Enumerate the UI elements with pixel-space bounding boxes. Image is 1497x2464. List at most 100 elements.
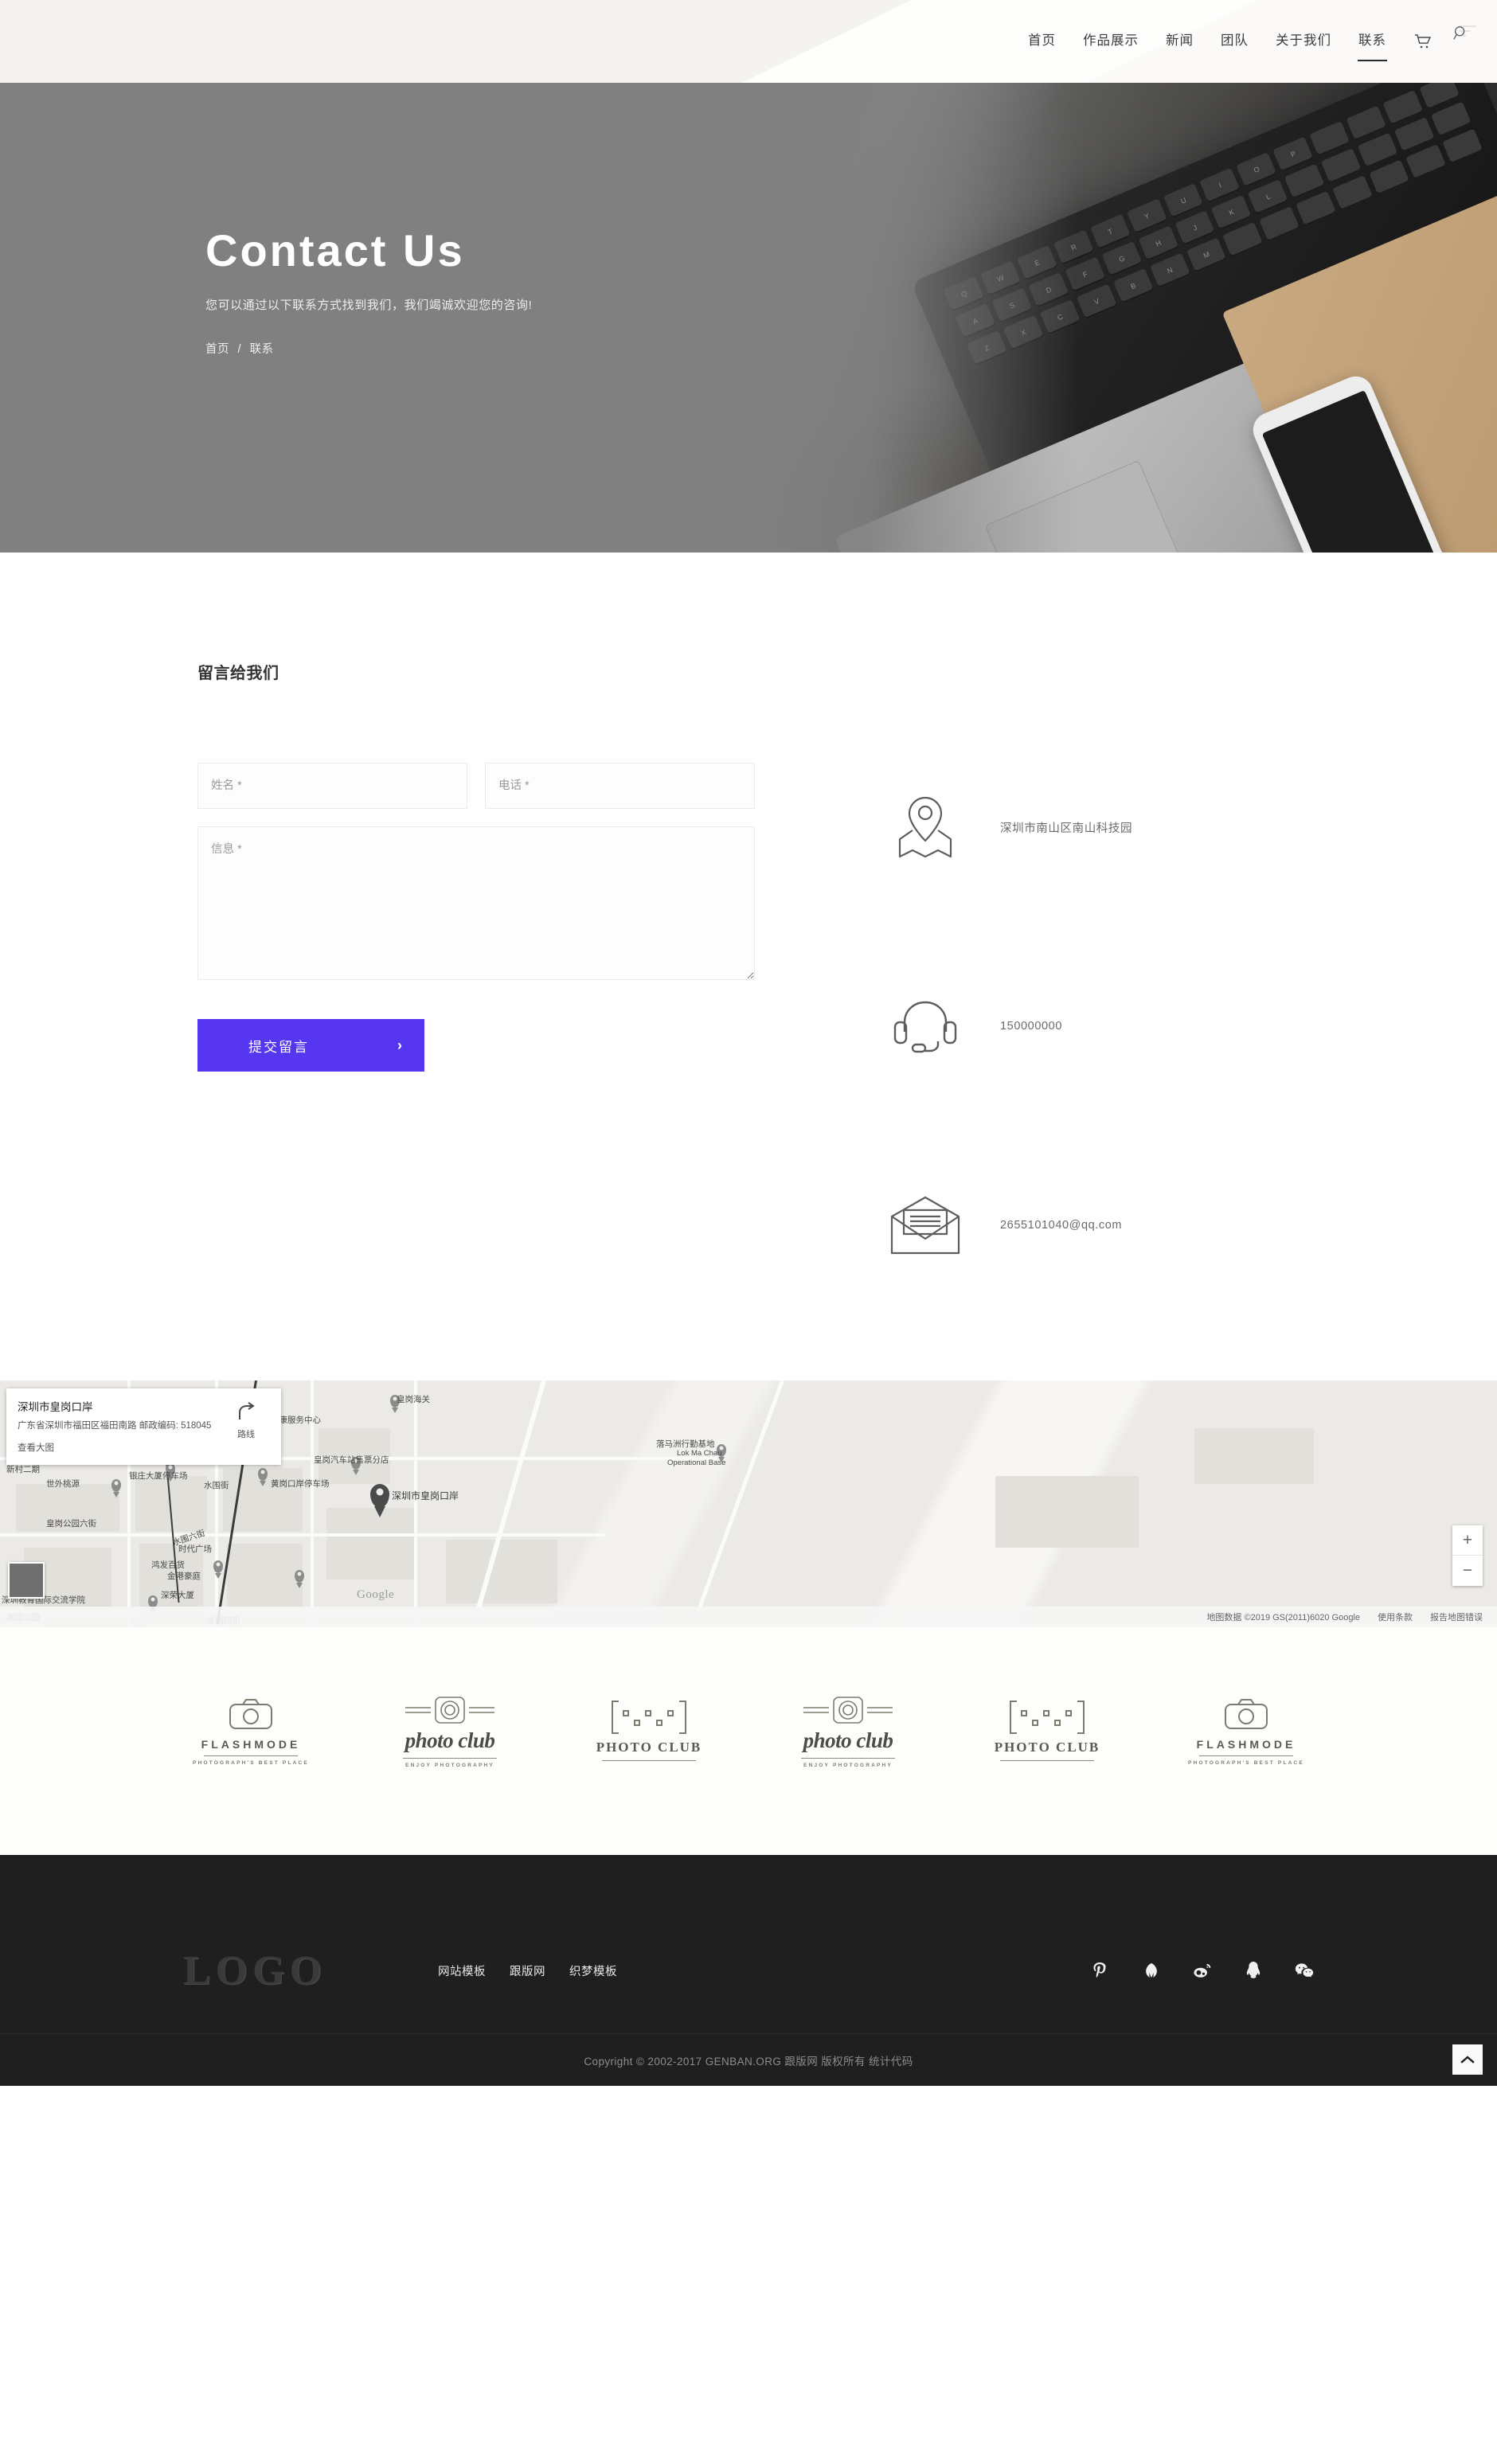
footer-link-dedecms-template[interactable]: 织梦模板	[569, 1962, 617, 1979]
map-label: 皇岗海关	[397, 1395, 430, 1404]
nav-item-portfolio[interactable]: 作品展示	[1069, 10, 1152, 73]
main-navigation: 首页 作品展示 新闻 团队 关于我们 联系	[1014, 10, 1400, 73]
contact-info-list: 深圳市南山区南山科技园 150000000 2655101040@qq.com	[882, 763, 1132, 1285]
partner-logo-3[interactable]: PHOTO CLUB	[549, 1688, 748, 1775]
site-header: 首页 作品展示 新闻 团队 关于我们 联系	[0, 0, 1497, 83]
camera-icon	[1225, 1698, 1268, 1729]
contact-phone-text: 150000000	[1000, 1020, 1062, 1033]
map-label: 落马洲行勤基地	[656, 1439, 715, 1449]
map-label: 银庄大厦停车场	[129, 1471, 188, 1481]
contact-form: 提交留言 ›	[197, 763, 755, 1285]
nav-item-home[interactable]: 首页	[1014, 10, 1069, 73]
menu-lines-decoration	[1459, 25, 1476, 40]
partner-logo-tagline: ENJOY PHOTOGRAPHY	[405, 1763, 494, 1768]
page-root: 首页 作品展示 新闻 团队 关于我们 联系 Contact Us 您可以通过以下…	[0, 0, 1497, 2086]
partner-logo-name: photo club	[803, 1728, 893, 1752]
headset-icon	[882, 994, 968, 1059]
footer-logo: LOGO	[183, 1947, 327, 1993]
map-marker-label: 深圳市皇岗口岸	[392, 1490, 459, 1501]
hero-subtitle: 您可以通过以下联系方式找到我们，我们竭诚欢迎您的咨询!	[205, 298, 533, 312]
map-zoom-controls: + −	[1452, 1525, 1483, 1586]
map-info-card: 深圳市皇岗口岸 广东省深圳市福田区福田南路 邮政编码: 518045 查看大图 …	[6, 1388, 281, 1465]
weibo-icon[interactable]	[1193, 1961, 1212, 1980]
retro-camera-icon	[405, 1697, 494, 1724]
partner-logo-4[interactable]: photo club ENJOY PHOTOGRAPHY	[748, 1688, 948, 1775]
partner-logo-1[interactable]: FLASHMODE PHOTOGRAPH'S BEST PLACE	[151, 1688, 350, 1775]
nav-item-about[interactable]: 关于我们	[1262, 10, 1345, 73]
map-label: 黄岗口岸停车场	[271, 1479, 330, 1489]
footer-link-website-template[interactable]: 网站模板	[438, 1962, 486, 1979]
breadcrumb-home[interactable]: 首页	[205, 343, 229, 356]
pinterest-icon[interactable]	[1091, 1961, 1110, 1980]
partner-logo-tagline: ENJOY PHOTOGRAPHY	[803, 1763, 893, 1768]
map-label: 世外桃源	[46, 1479, 80, 1489]
partner-logo-name: FLASHMODE	[1196, 1737, 1296, 1751]
message-textarea[interactable]	[197, 826, 755, 980]
map-attribution-bar: 地图数据 ©2019 GS(2011)6020 Google 使用条款 报告地图…	[0, 1607, 1497, 1627]
map-card-address: 广东省深圳市福田区福田南路 邮政编码: 518045	[18, 1421, 212, 1431]
breadcrumb: 首页 / 联系	[205, 340, 1497, 357]
envelope-icon	[882, 1196, 968, 1255]
map-directions-label: 路线	[237, 1430, 255, 1439]
nav-item-contact[interactable]: 联系	[1345, 10, 1400, 73]
partner-logo-5[interactable]: PHOTO CLUB	[948, 1688, 1147, 1775]
map-zoom-in-button[interactable]: +	[1452, 1525, 1483, 1556]
partner-logo-name: photo club	[405, 1728, 495, 1752]
retro-camera-icon	[803, 1697, 893, 1724]
nav-item-team[interactable]: 团队	[1207, 10, 1262, 73]
submit-button[interactable]: 提交留言 ›	[197, 1019, 424, 1072]
partner-logo-tagline: PHOTOGRAPH'S BEST PLACE	[193, 1759, 309, 1766]
map-label: 金港豪庭	[167, 1572, 201, 1581]
map-label: 水围街	[204, 1481, 229, 1490]
qq-icon[interactable]	[1244, 1961, 1263, 1980]
copyright-text: Copyright © 2002-2017 GENBAN.ORG 跟版网 版权所…	[584, 2055, 913, 2068]
chevron-up-icon	[1460, 2056, 1475, 2064]
location-map[interactable]: 深圳市皇岗口岸 新村二期 世外桃源 皇岗公园六街 鸿发百货 深圳教育国际交流学院…	[0, 1380, 1497, 1627]
cart-icon[interactable]	[1413, 31, 1433, 52]
partner-logo-name: PHOTO CLUB	[596, 1740, 702, 1755]
hero-banner: QWERTYUIOP ASDFGHJKL ZXCVBNM Contact Us …	[0, 83, 1497, 553]
copyright-bar: Copyright © 2002-2017 GENBAN.ORG 跟版网 版权所…	[0, 2033, 1497, 2086]
name-input[interactable]	[197, 763, 467, 809]
contact-info-email: 2655101040@qq.com	[882, 1166, 1132, 1285]
breadcrumb-separator: /	[237, 342, 242, 356]
map-label: 深荣大厦	[161, 1591, 194, 1600]
map-label: Operational Base	[667, 1458, 726, 1467]
map-directions-button[interactable]: 路线	[222, 1398, 270, 1454]
partner-logo-6[interactable]: FLASHMODE PHOTOGRAPH'S BEST PLACE	[1147, 1688, 1346, 1775]
camera-icon	[229, 1698, 272, 1729]
contact-info-phone: 150000000	[882, 966, 1132, 1086]
nav-item-news[interactable]: 新闻	[1152, 10, 1207, 73]
contact-email-text: 2655101040@qq.com	[1000, 1219, 1123, 1232]
contact-info-address: 深圳市南山区南山科技园	[882, 767, 1132, 887]
auto-focus-icon	[612, 1701, 686, 1734]
map-label: 皇岗公园六街	[46, 1519, 96, 1529]
wechat-icon[interactable]	[1295, 1961, 1314, 1980]
phone-input[interactable]	[485, 763, 755, 809]
map-zoom-out-button[interactable]: −	[1452, 1556, 1483, 1586]
footer-links: 网站模板 跟版网 织梦模板	[438, 1962, 617, 1979]
google-watermark: Google	[357, 1588, 395, 1601]
map-label: 皇岗汽车站售票分店	[314, 1455, 389, 1465]
chevron-right-icon: ›	[397, 1037, 404, 1053]
footer-link-genban[interactable]: 跟版网	[510, 1962, 545, 1979]
map-label: 鸿发百货	[151, 1560, 185, 1570]
map-report-link[interactable]: 报告地图错误	[1430, 1611, 1483, 1623]
map-card-title: 深圳市皇岗口岸	[18, 1401, 93, 1413]
site-footer: LOGO 网站模板 跟版网 织梦模板 Copyright © 2002-2017…	[0, 1855, 1497, 2086]
section-title: 留言给我们	[197, 665, 279, 682]
map-pin-icon	[882, 793, 968, 861]
partner-logo-tagline: PHOTOGRAPH'S BEST PLACE	[1188, 1759, 1304, 1766]
back-to-top-button[interactable]	[1452, 2044, 1483, 2075]
douban-icon[interactable]	[1142, 1961, 1161, 1980]
map-thumbnail[interactable]	[8, 1562, 45, 1599]
map-label: Lok Ma Chau	[677, 1449, 722, 1458]
map-view-large-link[interactable]: 查看大图	[18, 1441, 222, 1454]
submit-button-label: 提交留言	[248, 1039, 309, 1055]
directions-icon	[239, 1402, 255, 1419]
partner-logo-name: FLASHMODE	[201, 1737, 301, 1751]
partner-logo-2[interactable]: photo club ENJOY PHOTOGRAPHY	[350, 1688, 549, 1775]
map-terms-link[interactable]: 使用条款	[1378, 1611, 1413, 1623]
map-data-attribution: 地图数据 ©2019 GS(2011)6020 Google	[1206, 1613, 1360, 1622]
footer-social-links	[1091, 1961, 1314, 1980]
